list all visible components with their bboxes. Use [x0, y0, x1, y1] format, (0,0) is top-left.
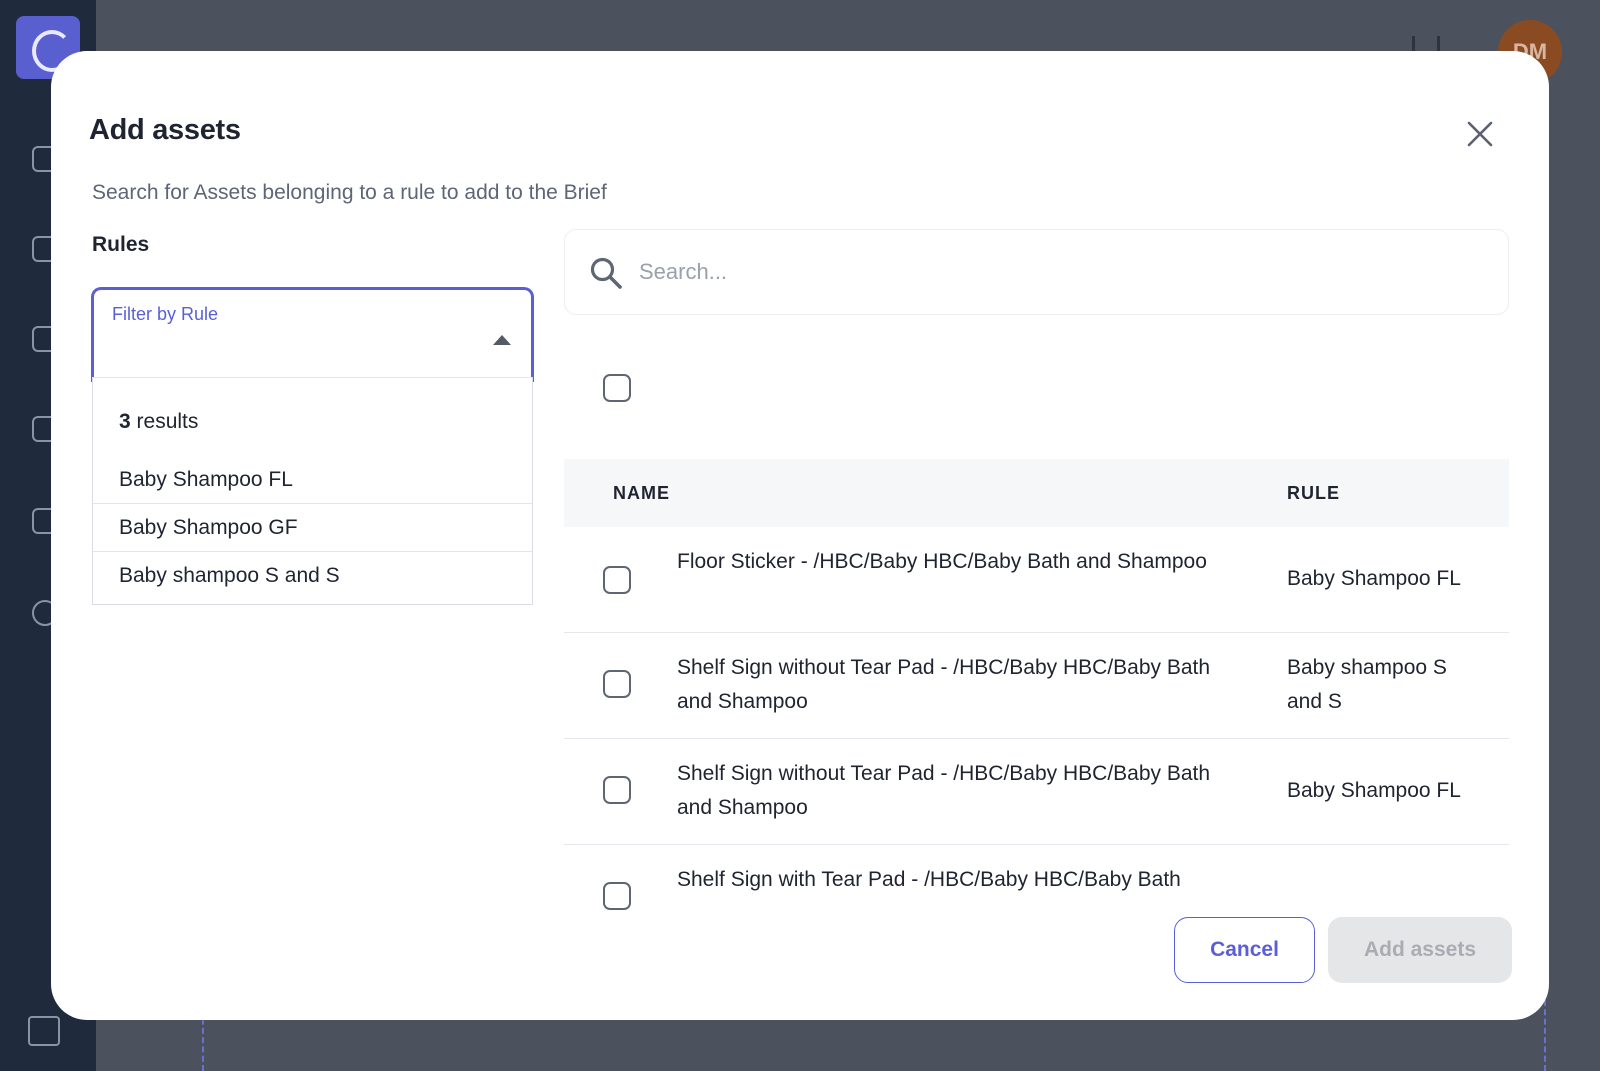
filter-dropdown: 3 results Baby Shampoo FL Baby Shampoo G… — [92, 377, 533, 605]
asset-name: Shelf Sign without Tear Pad - /HBC/Baby … — [677, 762, 1211, 819]
dropdown-option[interactable]: Baby Shampoo FL — [93, 456, 532, 504]
row-checkbox[interactable] — [603, 566, 631, 594]
rules-label: Rules — [92, 233, 150, 256]
table-row: Shelf Sign without Tear Pad - /HBC/Baby … — [564, 633, 1509, 739]
dropdown-option[interactable]: Baby shampoo S and S — [93, 552, 532, 600]
assets-table: NAME RULE Floor Sticker - /HBC/Baby HBC/… — [564, 459, 1509, 929]
results-count: 3 results — [119, 410, 199, 433]
row-checkbox[interactable] — [603, 670, 631, 698]
add-assets-button[interactable]: Add assets — [1328, 917, 1512, 983]
filter-label: Filter by Rule — [112, 304, 219, 324]
close-button[interactable] — [1460, 114, 1500, 154]
table-row: Shelf Sign without Tear Pad - /HBC/Baby … — [564, 739, 1509, 845]
cancel-button[interactable]: Cancel — [1174, 917, 1315, 983]
table-header: NAME RULE — [564, 459, 1509, 527]
modal-title: Add assets — [89, 114, 241, 146]
asset-name: Shelf Sign with Tear Pad - /HBC/Baby HBC… — [677, 868, 1181, 891]
asset-name: Floor Sticker - /HBC/Baby HBC/Baby Bath … — [677, 550, 1207, 573]
row-checkbox[interactable] — [603, 776, 631, 804]
close-icon — [1467, 121, 1493, 147]
search-icon — [590, 257, 622, 289]
asset-rule: Baby shampoo S and S — [1287, 656, 1447, 713]
asset-rule: Baby Shampoo FL — [1287, 567, 1461, 590]
logout-icon — [28, 1016, 60, 1046]
table-row: Floor Sticker - /HBC/Baby HBC/Baby Bath … — [564, 527, 1509, 633]
select-all-checkbox[interactable] — [603, 374, 631, 402]
caret-up-icon — [493, 335, 511, 345]
search-input[interactable] — [639, 252, 1479, 292]
asset-name: Shelf Sign without Tear Pad - /HBC/Baby … — [677, 656, 1211, 713]
dashed-border-right — [1544, 1000, 1546, 1071]
column-header-rule: RULE — [1287, 483, 1340, 503]
filter-by-rule-select[interactable]: Filter by Rule — [91, 287, 534, 382]
column-header-name: NAME — [613, 483, 670, 503]
add-assets-modal: Add assets Search for Assets belonging t… — [51, 51, 1549, 1020]
asset-rule: Baby Shampoo FL — [1287, 779, 1461, 802]
dropdown-option[interactable]: Baby Shampoo GF — [93, 504, 532, 552]
modal-subtitle: Search for Assets belonging to a rule to… — [92, 181, 607, 204]
search-box — [564, 229, 1509, 315]
row-checkbox[interactable] — [603, 882, 631, 910]
